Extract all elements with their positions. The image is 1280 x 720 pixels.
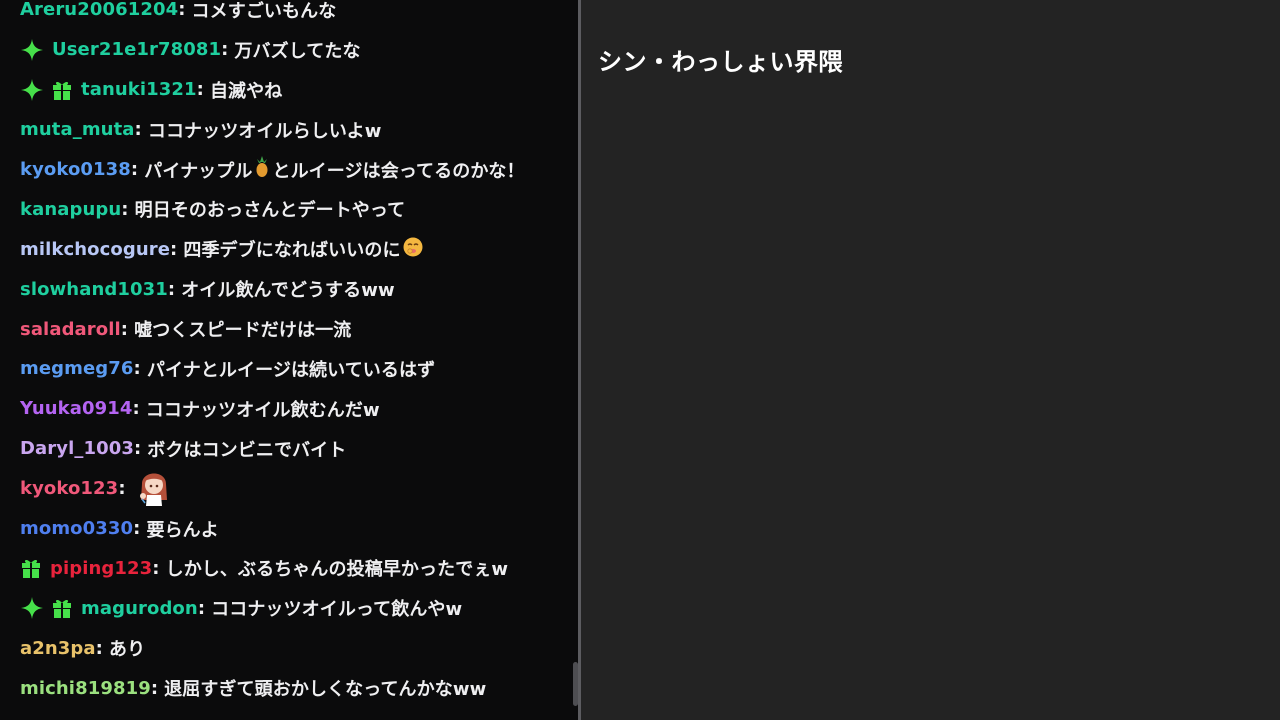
chat-message-text: パイナップル [144, 160, 253, 182]
chat-message[interactable]: kyoko0138: パイナップル とルイージは会ってるのかな！ [0, 150, 560, 190]
chat-username[interactable]: User21e1r78081 [52, 39, 221, 60]
chat-message-text: ココナッツオイル飲むんだw [145, 399, 380, 421]
chat-separator: : [170, 238, 178, 260]
chat-message[interactable]: michi819819: 退屈すぎて頭おかしくなってんかなww [0, 668, 560, 708]
chat-separator: : [167, 278, 176, 300]
chat-pane: Areru20061204: コメすごいもんな User21e1r78081: 万バズ… [0, 0, 578, 720]
chat-separator: : [118, 478, 126, 500]
chat-message-text: 嘘つくスピードだけは一流 [134, 320, 352, 342]
user-badges [20, 38, 44, 62]
chat-message-text: あり [108, 639, 146, 661]
chat-message[interactable]: User21e1r78081: 万バズしてたな [0, 30, 560, 70]
chat-message-text: ボクはコンビニでバイト [147, 439, 347, 461]
chat-separator: : [221, 39, 229, 61]
chat-username[interactable]: magurodon [81, 598, 198, 619]
chat-username[interactable]: milkchocogure [20, 239, 170, 260]
chat-message[interactable]: Daryl_1003: ボクはコンビニでバイト [0, 429, 560, 469]
chat-username[interactable]: kanapupu [20, 199, 121, 220]
sparkle-badge-icon[interactable] [20, 596, 44, 620]
chat-message[interactable]: Areru20061204: コメすごいもんな [0, 0, 560, 30]
chat-message[interactable]: momo0330: 要らんよ [0, 509, 560, 549]
chat-message[interactable]: saladaroll: 嘘つくスピードだけは一流 [0, 309, 560, 349]
chibi-girl-wave-emote-icon [134, 466, 174, 511]
chat-message-text: 要らんよ [146, 519, 219, 541]
chat-message[interactable]: piping123: しかし、ぶるちゃんの投稿早かったでぇw [0, 548, 560, 588]
chat-message-list[interactable]: Areru20061204: コメすごいもんな User21e1r78081: 万バズ… [0, 0, 560, 708]
chat-username[interactable]: kyoko0138 [20, 159, 131, 180]
chat-message-text: 明日そのおっさんとデートやって [134, 200, 406, 222]
chat-message-text: ココナッツオイルって飲んやw [211, 599, 463, 621]
chat-username[interactable]: Yuuka0914 [20, 398, 132, 419]
right-panel: シン・わっしょい界隈 [581, 0, 1280, 720]
chat-message-text-continued: とルイージは会ってるのかな！ [272, 160, 525, 182]
chat-username[interactable]: saladaroll [20, 319, 121, 340]
chat-separator: : [178, 0, 186, 21]
chat-message[interactable]: magurodon: ココナッツオイルって飲んやw [0, 588, 560, 628]
chat-message[interactable]: kanapupu: 明日そのおっさんとデートやって [0, 189, 560, 229]
gift-badge-icon[interactable] [51, 79, 73, 101]
sparkle-badge-icon[interactable] [20, 38, 44, 62]
chat-message[interactable]: slowhand1031: オイル飲んでどうするww [0, 269, 560, 309]
chat-username[interactable]: momo0330 [20, 518, 133, 539]
chat-username[interactable]: kyoko123 [20, 478, 118, 499]
user-badges [20, 557, 42, 579]
chat-username[interactable]: Daryl_1003 [20, 438, 134, 459]
chat-separator: : [132, 398, 140, 420]
chat-username[interactable]: a2n3pa [20, 638, 96, 659]
chat-separator: : [150, 677, 159, 699]
chat-message-text: 万バズしてたな [234, 40, 361, 62]
chat-message-text: パイナとルイージは続いているはず [146, 359, 436, 381]
chat-separator: : [134, 119, 142, 141]
chat-message[interactable]: tanuki1321: 自滅やね [0, 70, 560, 110]
chat-message[interactable]: milkchocogure: 四季デブになればいいのに [0, 229, 560, 269]
user-badges [20, 78, 73, 102]
chat-message-text: ココナッツオイルらしいよw [147, 120, 382, 142]
chat-message-text: 四季デブになればいいのに [183, 240, 401, 262]
panel-title: シン・わっしょい界隈 [598, 48, 843, 76]
chat-message-text: しかし、ぶるちゃんの投稿早かったでぇw [165, 559, 509, 581]
chat-message-text: コメすごいもんな [191, 0, 337, 22]
sparkle-badge-icon[interactable] [20, 78, 44, 102]
chat-message-text: オイル飲んでどうするww [181, 280, 395, 302]
chat-message[interactable]: megmeg76: パイナとルイージは続いているはず [0, 349, 560, 389]
chat-message[interactable]: a2n3pa: あり [0, 628, 560, 668]
chat-message[interactable]: kyoko123: [0, 469, 560, 509]
chat-separator: : [130, 159, 139, 180]
chat-username[interactable]: slowhand1031 [20, 279, 168, 300]
chat-separator: : [133, 438, 142, 460]
chat-message-text: 自滅やね [209, 80, 283, 102]
chat-separator: : [196, 79, 204, 101]
chat-username[interactable]: tanuki1321 [81, 79, 197, 100]
user-badges [20, 596, 73, 620]
pineapple-emoji-icon [254, 156, 270, 183]
chat-username[interactable]: piping123 [50, 558, 152, 579]
chat-username[interactable]: muta_muta [20, 119, 135, 140]
app-root: Areru20061204: コメすごいもんな User21e1r78081: 万バズ… [0, 0, 1280, 720]
chat-separator: : [95, 637, 103, 659]
chat-separator: : [120, 318, 129, 340]
chat-separator: : [152, 557, 160, 579]
chat-message[interactable]: muta_muta: ココナッツオイルらしいよw [0, 110, 560, 150]
chat-separator: : [133, 358, 141, 380]
chat-separator: : [133, 518, 141, 540]
smirk-face-emoji-icon [403, 237, 423, 262]
chat-message[interactable]: Yuuka0914: ココナッツオイル飲むんだw [0, 389, 560, 429]
gift-badge-icon[interactable] [20, 557, 42, 579]
chat-username[interactable]: megmeg76 [20, 358, 134, 379]
chat-separator: : [121, 198, 129, 220]
chat-separator: : [197, 597, 206, 619]
chat-message-text: 退屈すぎて頭おかしくなってんかなww [164, 679, 487, 701]
gift-badge-icon[interactable] [51, 597, 73, 619]
chat-username[interactable]: Areru20061204 [20, 0, 178, 20]
chat-username[interactable]: michi819819 [20, 678, 151, 699]
